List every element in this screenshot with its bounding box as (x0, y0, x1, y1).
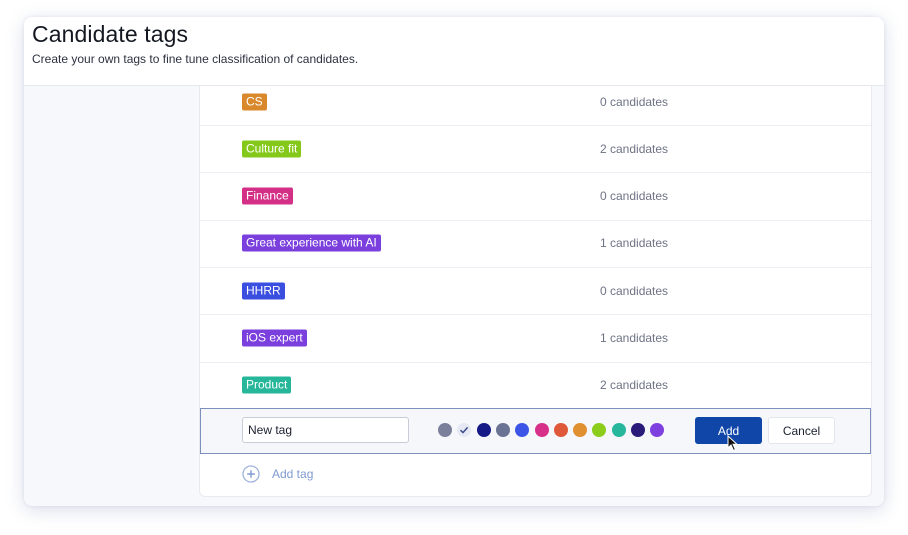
color-swatch-teal[interactable] (611, 423, 626, 437)
cancel-button[interactable]: Cancel (768, 417, 835, 444)
color-swatch-lime[interactable] (592, 423, 607, 437)
tag-badge: iOS expert (242, 329, 307, 347)
tag-row[interactable]: Finance 0 candidates (200, 173, 871, 221)
color-swatch-gray[interactable] (438, 423, 452, 437)
page-subtitle: Create your own tags to fine tune classi… (32, 52, 359, 66)
tags-panel: CS 0 candidates Culture fit 2 candidates Fin… (199, 86, 872, 497)
tag-badge: Great experience with AI (242, 234, 381, 252)
check-icon (460, 426, 469, 434)
add-tag-label: Add tag (272, 467, 314, 481)
new-tag-name-input[interactable] (242, 417, 409, 443)
color-swatch-blue[interactable] (515, 423, 530, 437)
tag-candidate-count: 2 candidates (600, 378, 669, 393)
candidate-tags-card: Candidate tags Create your own tags to f… (24, 17, 884, 506)
color-swatch-navy[interactable] (476, 423, 491, 437)
tag-row[interactable]: CS 0 candidates (200, 78, 871, 126)
color-swatch-indigo[interactable] (631, 423, 645, 437)
page-title: Candidate tags (32, 21, 189, 47)
tag-row[interactable]: Culture fit 2 candidates (200, 125, 871, 174)
color-swatch-orange[interactable] (573, 423, 588, 437)
tag-badge: Product (242, 376, 292, 394)
tag-badge: HHRR (242, 282, 285, 300)
tag-candidate-count: 0 candidates (600, 94, 669, 109)
color-swatch-light-gray[interactable] (457, 423, 472, 437)
tag-badge: Finance (242, 187, 293, 205)
tag-candidate-count: 1 candidates (600, 236, 669, 251)
tag-badge: CS (242, 93, 267, 110)
color-swatch-red-orange[interactable] (553, 423, 568, 437)
page-header: Candidate tags Create your own tags to f… (24, 17, 884, 86)
tag-badge: Culture fit (242, 140, 302, 158)
plus-circle-icon (242, 465, 260, 483)
tag-row[interactable]: HHRR 0 candidates (200, 267, 871, 316)
color-swatch-pink[interactable] (534, 423, 549, 437)
tag-candidate-count: 0 candidates (600, 283, 669, 298)
tag-candidate-count: 2 candidates (600, 141, 669, 156)
tag-candidate-count: 1 candidates (600, 331, 669, 345)
new-tag-row: Add Cancel (200, 408, 871, 454)
color-swatch-slate[interactable] (495, 423, 510, 437)
add-button[interactable]: Add (695, 417, 762, 444)
tag-row[interactable]: Product 2 candidates (200, 362, 871, 410)
tag-candidate-count: 0 candidates (600, 189, 669, 204)
add-tag-button[interactable]: Add tag (242, 464, 313, 484)
color-swatch-purple[interactable] (650, 423, 665, 437)
tag-row[interactable]: iOS expert 1 candidates (200, 315, 871, 363)
tag-row[interactable]: Great experience with AI 1 candidates (200, 220, 871, 268)
